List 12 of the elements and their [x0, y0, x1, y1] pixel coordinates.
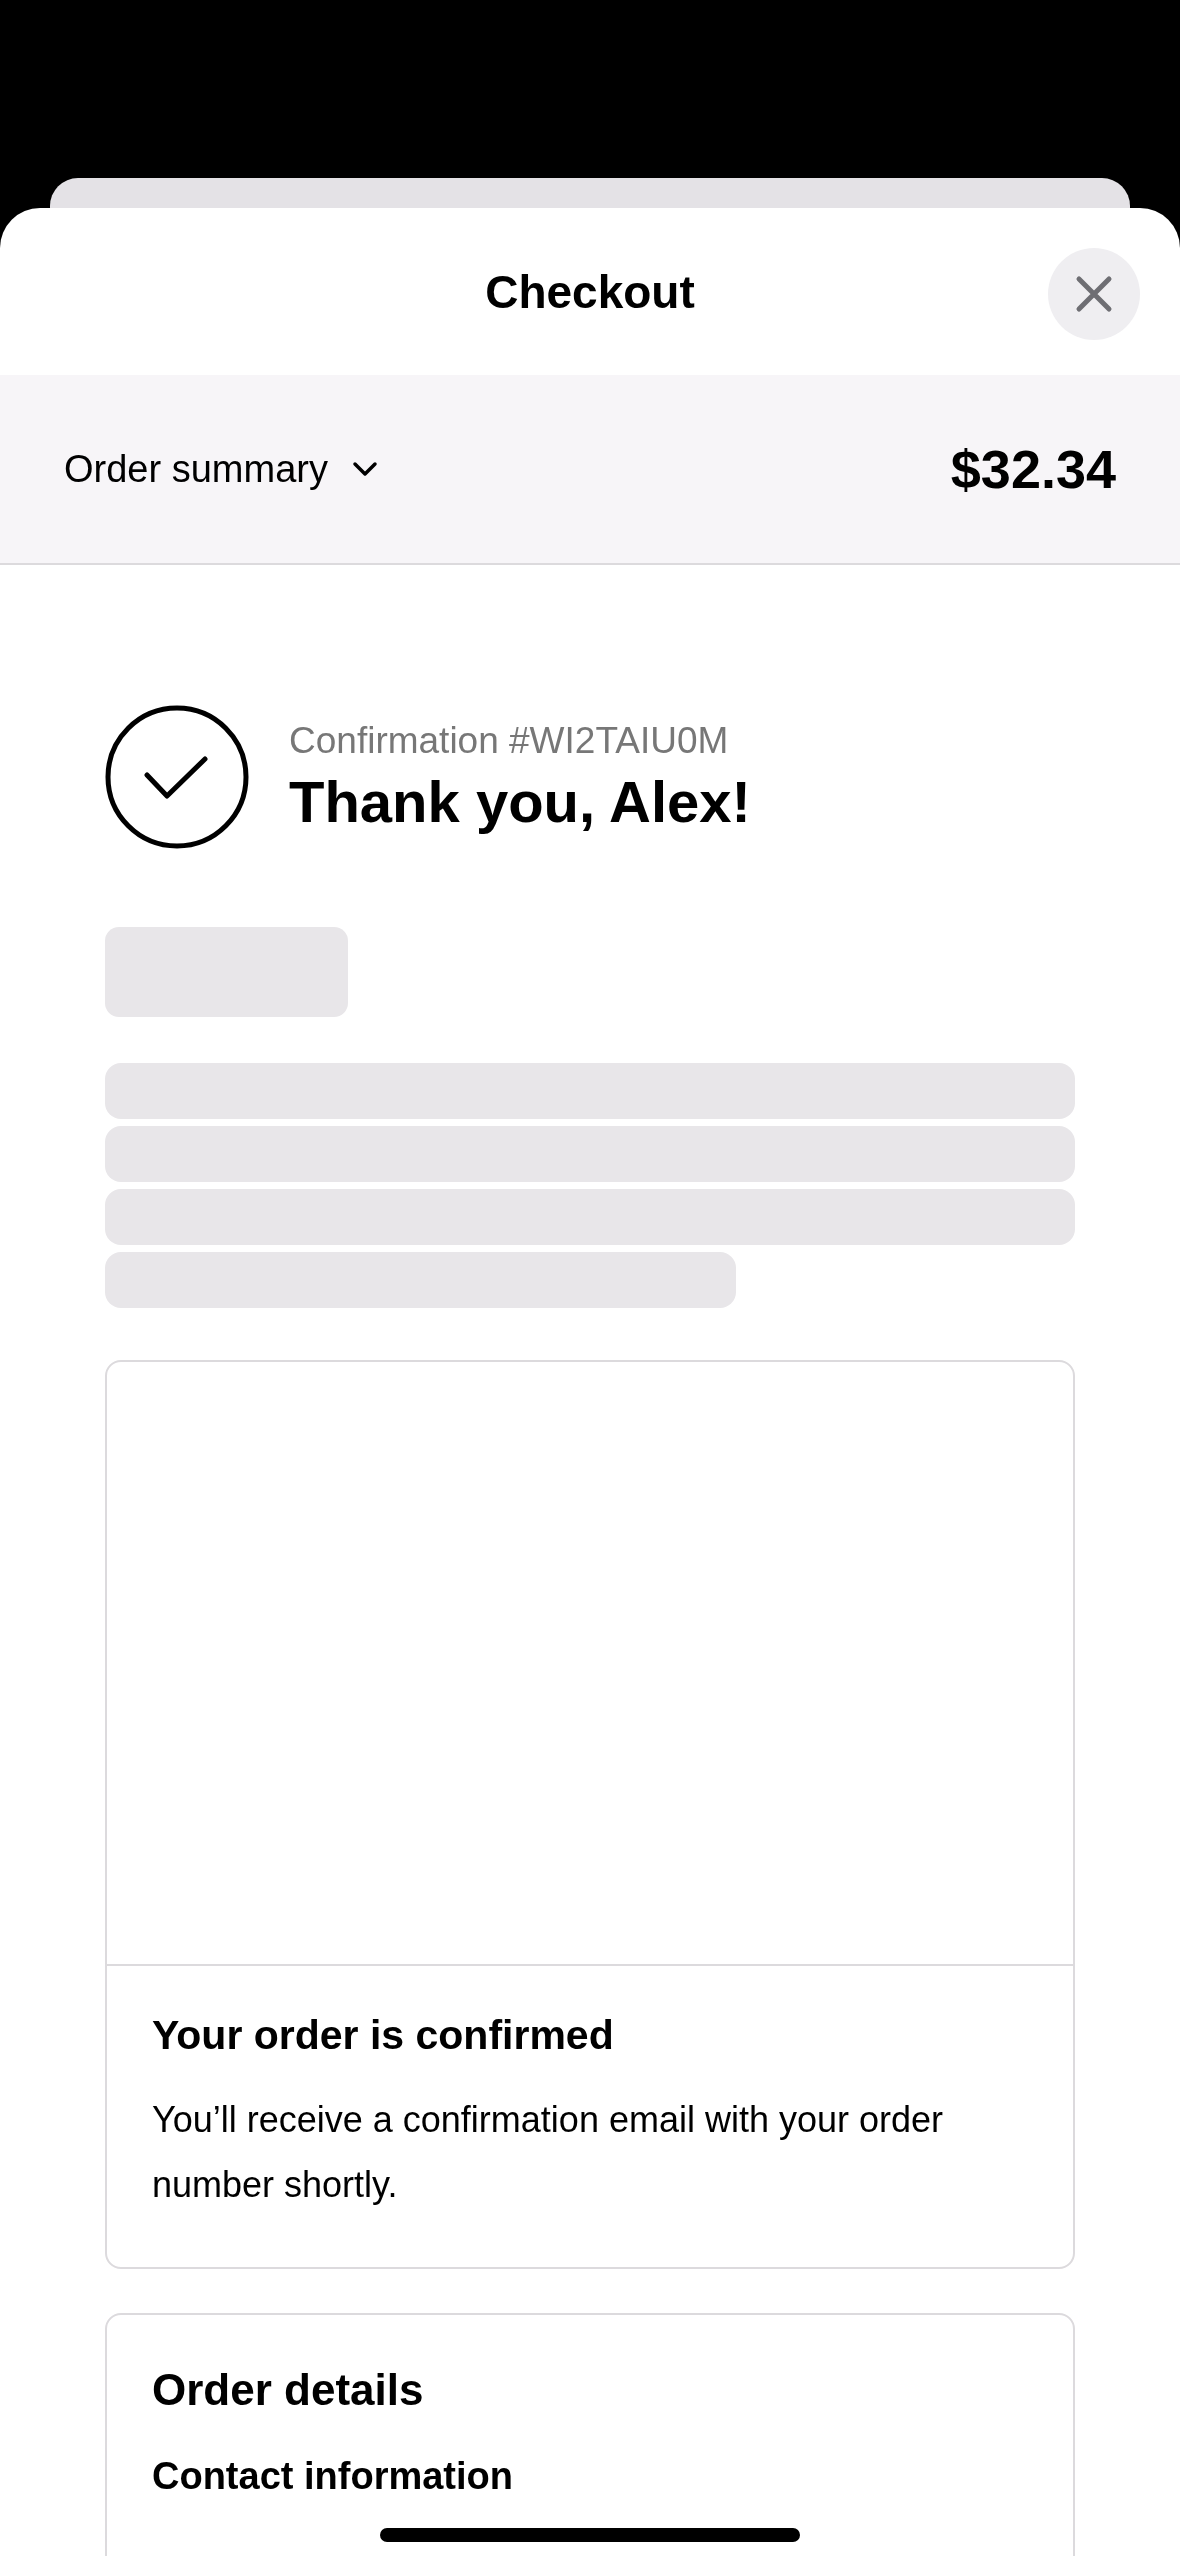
card-title: Your order is confirmed: [152, 2012, 615, 2059]
check-circle-icon: [105, 705, 249, 849]
confirmation-number: Confirmation #WI2TAIU0M: [289, 719, 730, 762]
sheet-title: Checkout: [485, 264, 695, 319]
close-icon: [1074, 274, 1114, 314]
order-total: $32.34: [950, 438, 1116, 500]
chevron-icon: [351, 461, 378, 477]
thank-you-heading: Thank you, Alex!: [289, 767, 751, 835]
card-text: You’ll receive a confirmation email with your order number shortly.: [152, 2098, 945, 2207]
card-title: Order details: [152, 2365, 425, 2415]
order-summary-toggle[interactable]: Order summary: [64, 447, 378, 491]
section-heading: Contact information: [152, 2455, 514, 2498]
